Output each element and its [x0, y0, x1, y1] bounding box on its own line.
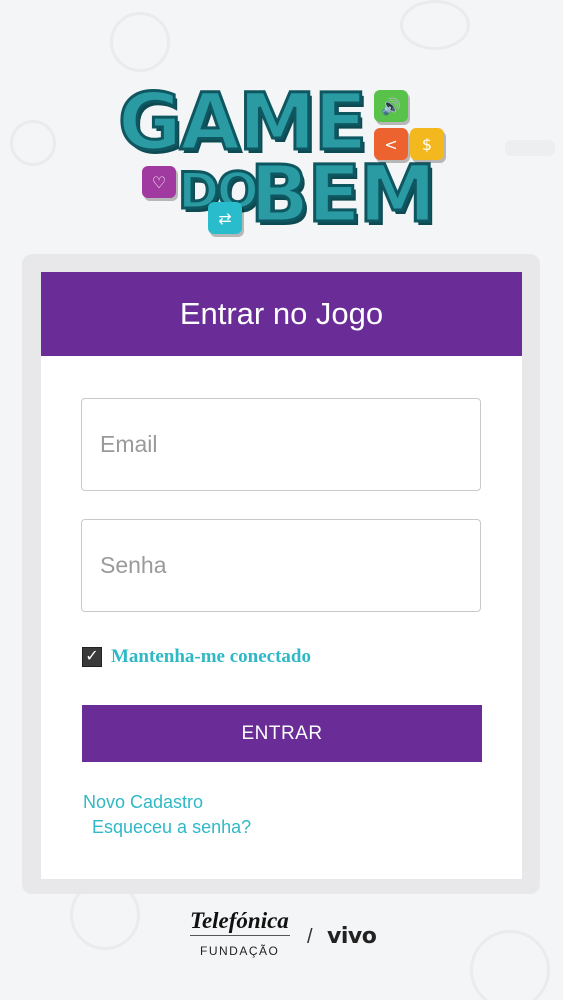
forgot-password-link[interactable]: Esqueceu a senha?: [92, 817, 251, 838]
sponsor-separator: /: [307, 926, 313, 948]
vivo-logo: vivo: [327, 924, 377, 949]
share-icon: <: [374, 128, 408, 160]
sponsor-footer: Telefónica FUNDAÇÃO / vivo: [0, 904, 563, 964]
heart-icon: ♡: [142, 166, 176, 198]
coin-icon: $: [410, 128, 444, 160]
telefonica-logo: Telefónica: [190, 908, 289, 933]
remember-me[interactable]: ✓ Mantenha-me conectado: [82, 646, 311, 668]
logo-word-bem: BEM: [248, 150, 437, 240]
remember-me-label[interactable]: Mantenha-me conectado: [111, 646, 311, 668]
background-doodle: [110, 12, 170, 72]
password-field[interactable]: [81, 519, 481, 612]
background-doodle: [400, 0, 470, 50]
game-do-bem-logo: GAME DO BEM 🔊 < $ ♡ ⇄: [112, 83, 452, 244]
email-field[interactable]: [81, 398, 481, 491]
register-link[interactable]: Novo Cadastro: [83, 792, 203, 813]
swap-arrows-icon: ⇄: [208, 202, 242, 234]
remember-me-checkbox[interactable]: ✓: [82, 647, 102, 667]
background-doodle: [505, 140, 555, 156]
divider: [190, 935, 290, 936]
fundacao-label: FUNDAÇÃO: [200, 944, 280, 958]
background-doodle: [10, 120, 56, 166]
login-card: Entrar no Jogo ✓ Mantenha-me conectado E…: [41, 272, 522, 879]
login-card-title: Entrar no Jogo: [41, 272, 522, 356]
enter-button[interactable]: ENTRAR: [82, 705, 482, 762]
speaker-icon: 🔊: [374, 90, 408, 122]
